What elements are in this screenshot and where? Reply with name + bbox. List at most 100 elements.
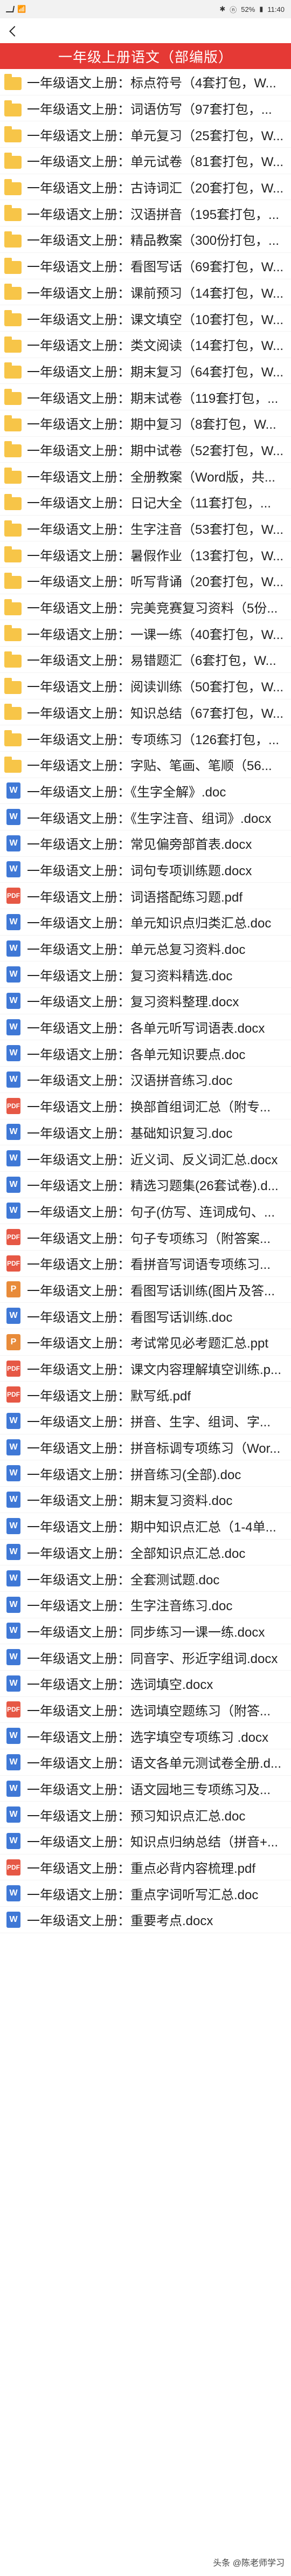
list-item[interactable]: W 一年级语文上册：各单元知识要点.doc	[0, 1040, 291, 1067]
list-item[interactable]: P 一年级语文上册：考试常见必考题汇总.ppt	[0, 1329, 291, 1356]
list-item[interactable]: 一年级语文上册：知识总结（67套打包，W...	[0, 699, 291, 726]
list-item[interactable]: W 一年级语文上册：期中知识点汇总（1-4单...	[0, 1513, 291, 1540]
list-item[interactable]: 一年级语文上册：一课一练（40套打包，W...	[0, 620, 291, 647]
list-item[interactable]: W 一年级语文上册：单元总复习资料.doc	[0, 936, 291, 962]
back-icon[interactable]	[5, 23, 22, 39]
list-item[interactable]: 一年级语文上册：词语仿写（97套打包，...	[0, 95, 291, 122]
list-item[interactable]: 一年级语文上册：字贴、笔画、笔顺（56...	[0, 752, 291, 778]
list-item-label: 一年级语文上册：各单元听写词语表.docx	[27, 1021, 265, 1036]
list-item[interactable]: W 一年级语文上册：看图写话训练.doc	[0, 1303, 291, 1329]
battery-icon: ▮	[259, 5, 264, 13]
list-item[interactable]: PDF 一年级语文上册：句子专项练习（附答案...	[0, 1224, 291, 1251]
list-item[interactable]: W 一年级语文上册：预习知识点汇总.doc	[0, 1802, 291, 1829]
list-item-label: 一年级语文上册：近义词、反义词汇总.docx	[27, 1152, 278, 1167]
list-item[interactable]: PDF 一年级语文上册：默写纸.pdf	[0, 1382, 291, 1409]
list-item[interactable]: W 一年级语文上册：重要考点.docx	[0, 1907, 291, 1933]
list-item[interactable]: 一年级语文上册：听写背诵（20套打包，W...	[0, 568, 291, 594]
list-item[interactable]: 一年级语文上册：完美竞赛复习资料（5份...	[0, 594, 291, 621]
list-item[interactable]: PDF 一年级语文上册：看拼音写词语专项练习...	[0, 1251, 291, 1277]
list-item[interactable]: PDF 一年级语文上册：换部首组词汇总（附专...	[0, 1093, 291, 1119]
list-item[interactable]: PDF 一年级语文上册：课文内容理解填空训练.p...	[0, 1356, 291, 1382]
list-item[interactable]: 一年级语文上册：古诗词汇（20套打包，W...	[0, 174, 291, 201]
list-item-label: 一年级语文上册：选词填空题练习（附答...	[27, 1703, 271, 1719]
list-item[interactable]: W 一年级语文上册：知识点归纳总结（拼音+...	[0, 1828, 291, 1854]
folder-icon	[4, 205, 23, 222]
list-item-label: 一年级语文上册：词句专项训练题.docx	[27, 863, 252, 878]
list-item[interactable]: 一年级语文上册：生字注音（53套打包，W...	[0, 516, 291, 542]
list-item[interactable]: W 一年级语文上册：期末复习资料.doc	[0, 1487, 291, 1513]
list-item[interactable]: W 一年级语文上册：语文各单元测试卷全册.d...	[0, 1749, 291, 1776]
word-file-icon: W	[4, 861, 23, 878]
list-item[interactable]: W 一年级语文上册：《生字全解》.doc	[0, 778, 291, 805]
list-item[interactable]: W 一年级语文上册：语文园地三专项练习及...	[0, 1776, 291, 1802]
list-item[interactable]: 一年级语文上册：单元复习（25套打包，W...	[0, 121, 291, 148]
list-item[interactable]: 一年级语文上册：阅读训练（50套打包，W...	[0, 673, 291, 699]
list-item[interactable]: W 一年级语文上册：全部知识点汇总.doc	[0, 1540, 291, 1566]
list-item[interactable]: W 一年级语文上册：基础知识复习.doc	[0, 1119, 291, 1146]
list-item[interactable]: PDF 一年级语文上册：词语搭配练习题.pdf	[0, 883, 291, 909]
list-item[interactable]: W 一年级语文上册：《生字注音、组词》.docx	[0, 804, 291, 830]
list-item-label: 一年级语文上册：期末复习（64套打包，W...	[27, 365, 284, 380]
word-file-icon: W	[4, 1019, 23, 1035]
list-item[interactable]: 一年级语文上册：日记大全（11套打包，...	[0, 489, 291, 516]
list-item[interactable]: W 一年级语文上册：生字注音练习.doc	[0, 1592, 291, 1618]
list-item[interactable]: 一年级语文上册：期末复习（64套打包，W...	[0, 358, 291, 384]
list-item-label: 一年级语文上册：重要考点.docx	[27, 1914, 213, 1929]
list-item[interactable]: W 一年级语文上册：句子(仿写、连词成句、...	[0, 1198, 291, 1225]
list-item-label: 一年级语文上册：看拼音写词语专项练习...	[27, 1258, 271, 1273]
list-item[interactable]: W 一年级语文上册：拼音练习(全部).doc	[0, 1460, 291, 1487]
list-item[interactable]: W 一年级语文上册：同步练习一课一练.docx	[0, 1618, 291, 1645]
list-item-label: 一年级语文上册：常见偏旁部首表.docx	[27, 837, 252, 853]
list-item[interactable]: W 一年级语文上册：选字填空专项练习 .docx	[0, 1723, 291, 1749]
list-item-label: 一年级语文上册：课前预习（14套打包，W...	[27, 286, 284, 301]
list-item-label: 一年级语文上册：看图写话训练.doc	[27, 1310, 233, 1325]
list-item[interactable]: W 一年级语文上册：全套测试题.doc	[0, 1565, 291, 1592]
list-item[interactable]: W 一年级语文上册：同音字、形近字组词.docx	[0, 1644, 291, 1671]
list-item[interactable]: 一年级语文上册：汉语拼音（195套打包，...	[0, 200, 291, 227]
list-item-label: 一年级语文上册：《生字全解》.doc	[27, 785, 226, 800]
list-item[interactable]: W 一年级语文上册：选词填空.docx	[0, 1671, 291, 1697]
pdf-file-icon: PDF	[4, 888, 23, 904]
list-item[interactable]: W 一年级语文上册：近义词、反义词汇总.docx	[0, 1145, 291, 1172]
list-item[interactable]: 一年级语文上册：暑假作业（13套打包，W...	[0, 541, 291, 568]
list-item[interactable]: W 一年级语文上册：单元知识点归类汇总.doc	[0, 909, 291, 936]
list-item[interactable]: W 一年级语文上册：常见偏旁部首表.docx	[0, 830, 291, 857]
list-item[interactable]: 一年级语文上册：标点符号（4套打包，W...	[0, 69, 291, 95]
list-item[interactable]: 一年级语文上册：期末试卷（119套打包，...	[0, 384, 291, 410]
list-item[interactable]: 一年级语文上册：全册教案（Word版，共...	[0, 463, 291, 489]
list-item[interactable]: W 一年级语文上册：重点字词听写汇总.doc	[0, 1880, 291, 1907]
list-item[interactable]: W 一年级语文上册：拼音、生字、组词、字...	[0, 1408, 291, 1434]
folder-icon	[4, 257, 23, 274]
list-item[interactable]: PDF 一年级语文上册：选词填空题练习（附答...	[0, 1697, 291, 1723]
list-item[interactable]: W 一年级语文上册：拼音标调专项练习（Wor...	[0, 1434, 291, 1461]
list-item[interactable]: 一年级语文上册：单元试卷（81套打包，W...	[0, 148, 291, 174]
folder-icon	[4, 310, 23, 327]
list-item[interactable]: 一年级语文上册：课前预习（14套打包，W...	[0, 279, 291, 306]
list-item[interactable]: W 一年级语文上册：词句专项训练题.docx	[0, 857, 291, 883]
list-item[interactable]: P 一年级语文上册：看图写话训练(图片及答...	[0, 1277, 291, 1303]
folder-icon	[4, 178, 23, 195]
list-item[interactable]: 一年级语文上册：期中复习（8套打包，W...	[0, 410, 291, 437]
folder-icon	[4, 336, 23, 353]
status-bar: 📶 ✱ ⓝ 52% ▮ 11:40	[0, 0, 291, 18]
list-item-label: 一年级语文上册：标点符号（4套打包，W...	[27, 76, 276, 91]
list-item[interactable]: 一年级语文上册：期中试卷（52套打包，W...	[0, 437, 291, 463]
list-item[interactable]: W 一年级语文上册：各单元听写词语表.docx	[0, 1014, 291, 1041]
watermark: 头条 @陈老师学习	[213, 2559, 285, 2568]
list-item[interactable]: 一年级语文上册：类文阅读（14套打包，W...	[0, 332, 291, 358]
list-item-label: 一年级语文上册：预习知识点汇总.doc	[27, 1809, 246, 1824]
list-item[interactable]: W 一年级语文上册：复习资料整理.docx	[0, 988, 291, 1014]
list-item[interactable]: W 一年级语文上册：复习资料精选.doc	[0, 961, 291, 988]
list-item[interactable]: 一年级语文上册：课文填空（10套打包，W...	[0, 305, 291, 332]
list-item[interactable]: 一年级语文上册：看图写话（69套打包，W...	[0, 253, 291, 279]
list-item[interactable]: 一年级语文上册：易错题汇（6套打包，W...	[0, 647, 291, 673]
pdf-file-icon: PDF	[4, 1859, 23, 1876]
list-item[interactable]: 一年级语文上册：专项练习（126套打包，...	[0, 725, 291, 752]
list-item-label: 一年级语文上册：阅读训练（50套打包，W...	[27, 680, 284, 695]
list-item[interactable]: W 一年级语文上册：精选习题集(26套试卷).d...	[0, 1172, 291, 1198]
word-file-icon: W	[4, 1728, 23, 1744]
list-item[interactable]: 一年级语文上册：精品教案（300份打包，...	[0, 226, 291, 253]
list-item[interactable]: PDF 一年级语文上册：重点必背内容梳理.pdf	[0, 1854, 291, 1881]
list-item-label: 一年级语文上册：全册教案（Word版，共...	[27, 470, 275, 485]
list-item[interactable]: W 一年级语文上册：汉语拼音练习.doc	[0, 1067, 291, 1093]
